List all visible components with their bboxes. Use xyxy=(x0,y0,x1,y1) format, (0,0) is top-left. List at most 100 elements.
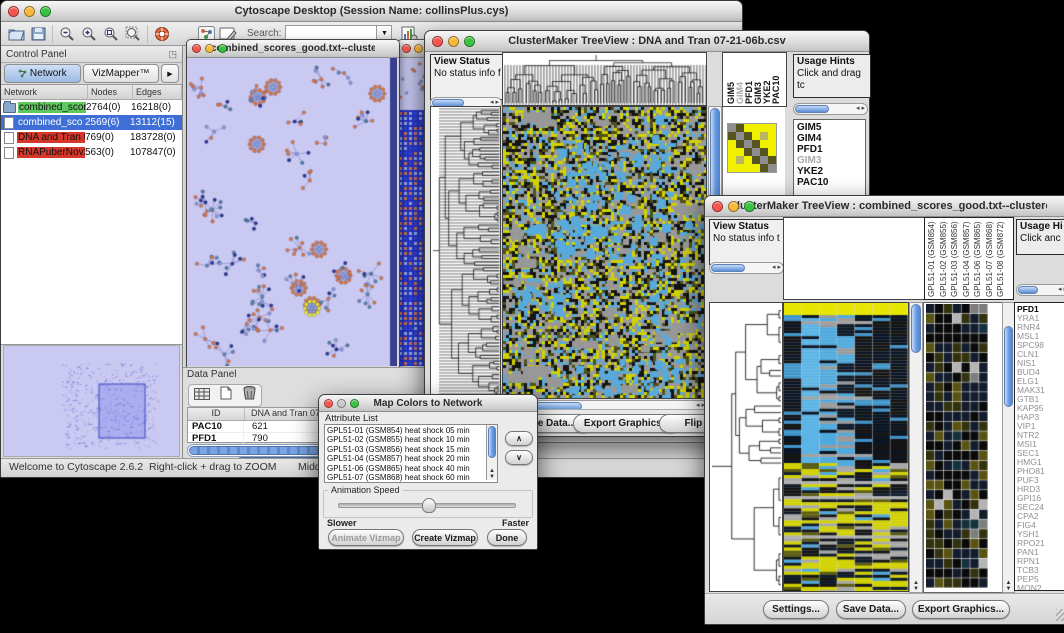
gene-label[interactable]: SPC98 xyxy=(1017,341,1064,350)
gene-label[interactable]: GTB1 xyxy=(1017,395,1064,404)
gene-label[interactable]: RNR4 xyxy=(1017,323,1064,332)
close-button[interactable] xyxy=(192,44,201,53)
tv2-heatmap-canvas[interactable] xyxy=(783,302,909,592)
dialog-titlebar[interactable]: Map Colors to Network xyxy=(319,395,537,412)
attribute-list-item[interactable]: GPL51-07 (GSM868) heat shock 60 min xyxy=(327,473,497,482)
gene-label[interactable]: MSI1 xyxy=(1017,440,1064,449)
tv1-titlebar[interactable]: ClusterMaker TreeView : DNA and Tran 07-… xyxy=(425,31,869,52)
close-button[interactable] xyxy=(712,201,723,212)
gene-label[interactable]: YSH1 xyxy=(1017,530,1064,539)
move-down-button[interactable]: ∨ xyxy=(505,450,533,465)
attribute-list-item[interactable]: GPL51-06 (GSM865) heat shock 40 min xyxy=(327,464,497,473)
attribute-table-icon[interactable] xyxy=(194,387,210,405)
move-up-button[interactable]: ∧ xyxy=(505,431,533,446)
minimize-button[interactable] xyxy=(205,44,214,53)
zoom-button[interactable] xyxy=(218,44,227,53)
gene-label[interactable]: HRD3 xyxy=(1017,485,1064,494)
network-table-row[interactable]: RNAPuberNov2+|563(0)107847(0) xyxy=(1,145,182,160)
save-icon[interactable] xyxy=(27,24,49,44)
attribute-list-item[interactable]: GPL51-03 (GSM856) heat shock 15 min xyxy=(327,445,497,454)
gene-label[interactable]: TCB3 xyxy=(1017,566,1064,575)
zoom-selected-icon[interactable] xyxy=(100,24,122,44)
tab-overflow-arrow[interactable]: ▶ xyxy=(161,64,179,83)
tv2-row-dendrogram-canvas[interactable] xyxy=(709,302,783,592)
gene-label[interactable]: GIM5 xyxy=(797,122,865,133)
gene-label[interactable]: GPI16 xyxy=(1017,494,1064,503)
zoom-button[interactable] xyxy=(40,6,51,17)
tv1-heatmap-canvas[interactable] xyxy=(502,106,707,399)
minimize-button[interactable] xyxy=(448,36,459,47)
gene-label[interactable]: NTR2 xyxy=(1017,431,1064,440)
gene-label[interactable]: MAK31 xyxy=(1017,386,1064,395)
zoom-fit-icon[interactable] xyxy=(122,24,144,44)
gene-label[interactable]: PAN1 xyxy=(1017,548,1064,557)
zoom-button[interactable] xyxy=(464,36,475,47)
delete-attribute-icon[interactable] xyxy=(243,386,256,405)
gene-label[interactable]: PFD1 xyxy=(797,144,865,155)
close-button[interactable] xyxy=(8,6,19,17)
gene-label[interactable]: PAC10 xyxy=(797,177,865,188)
done-button[interactable]: Done xyxy=(487,529,527,546)
gene-label[interactable]: GIM3 xyxy=(797,155,865,166)
gene-label[interactable]: GIM4 xyxy=(797,133,865,144)
attribute-list-item[interactable]: GPL51-01 (GSM854) heat shock 05 min xyxy=(327,426,497,435)
attribute-listbox[interactable]: GPL51-01 (GSM854) heat shock 05 minGPL51… xyxy=(324,424,498,483)
gene-label[interactable]: NIS1 xyxy=(1017,359,1064,368)
gene-label[interactable]: BUD4 xyxy=(1017,368,1064,377)
open-file-icon[interactable] xyxy=(5,24,27,44)
settings-button[interactable]: Settings... xyxy=(763,600,829,619)
gene-label[interactable]: PFD1 xyxy=(1017,305,1064,314)
float-panel-icon[interactable]: ◳ xyxy=(168,49,177,60)
minimize-button[interactable] xyxy=(414,44,423,53)
tv2-usage-hints-scrollbar[interactable]: ◂ ▸ xyxy=(1016,284,1064,296)
gene-label[interactable]: CLN1 xyxy=(1017,350,1064,359)
gene-label[interactable]: SEC24 xyxy=(1017,503,1064,512)
gene-label[interactable]: SEC1 xyxy=(1017,449,1064,458)
animation-speed-slider[interactable] xyxy=(338,503,516,508)
gene-label[interactable]: ELG1 xyxy=(1017,377,1064,386)
minimize-button[interactable] xyxy=(24,6,35,17)
close-button[interactable] xyxy=(324,399,333,408)
gene-label[interactable]: MON2 xyxy=(1017,584,1064,591)
gene-label[interactable]: RPO21 xyxy=(1017,539,1064,548)
attribute-list-item[interactable]: GPL51-02 (GSM855) heat shock 10 min xyxy=(327,435,497,444)
gene-label[interactable]: KAP95 xyxy=(1017,404,1064,413)
tab-network[interactable]: Network xyxy=(4,64,81,83)
save-data-button[interactable]: Save Data... xyxy=(836,600,906,619)
help-lifering-icon[interactable] xyxy=(151,24,173,44)
gene-label[interactable]: VIP1 xyxy=(1017,422,1064,431)
attribute-list-scrollbar[interactable]: ▲▼ xyxy=(486,425,497,480)
gene-label[interactable]: PUF3 xyxy=(1017,476,1064,485)
export-graphics-button[interactable]: Export Graphics... xyxy=(912,600,1010,619)
tv2-zoom-heatmap-canvas[interactable] xyxy=(926,304,988,588)
tv1-usage-hints-scrollbar[interactable]: ◂ ▸ xyxy=(793,103,868,115)
main-titlebar[interactable]: Cytoscape Desktop (Session Name: collins… xyxy=(1,1,742,22)
gene-label[interactable]: YKE2 xyxy=(797,166,865,177)
gene-label[interactable]: PEP5 xyxy=(1017,575,1064,584)
resize-grip[interactable] xyxy=(1056,609,1064,621)
tv2-view-status-scrollbar[interactable]: ◂ ▸ xyxy=(709,262,784,274)
tab-vizmapper[interactable]: VizMapper™ xyxy=(83,64,160,83)
network-table-row[interactable]: combined_sco2569(6)13112(15) xyxy=(1,115,182,130)
zoom-out-icon[interactable] xyxy=(56,24,78,44)
tv2-gene-list[interactable]: PFD1YRA1RNR4MSL1SPC98CLN1NIS1BUD4ELG1MAK… xyxy=(1014,302,1064,591)
network-table-row[interactable]: combined_scores2764(0)16218(0) xyxy=(1,100,182,115)
tv1-correlation-matrix[interactable] xyxy=(727,123,777,173)
zoom-in-icon[interactable] xyxy=(78,24,100,44)
tv1-row-dendrogram-canvas[interactable] xyxy=(430,106,501,399)
slider-thumb[interactable] xyxy=(422,498,436,513)
gene-label[interactable]: HAP3 xyxy=(1017,413,1064,422)
close-button[interactable] xyxy=(402,44,411,53)
minimize-button[interactable] xyxy=(728,201,739,212)
gene-label[interactable]: PHO81 xyxy=(1017,467,1064,476)
gene-label[interactable]: HMG1 xyxy=(1017,458,1064,467)
zoom-button[interactable] xyxy=(744,201,755,212)
tv2-titlebar[interactable]: ClusterMaker TreeView : combined_scores_… xyxy=(705,196,1064,217)
network-canvas[interactable] xyxy=(187,58,397,366)
attribute-list-item[interactable]: GPL51-04 (GSM857) heat shock 20 min xyxy=(327,454,497,463)
gene-label[interactable]: FIG4 xyxy=(1017,521,1064,530)
gene-label[interactable]: YRA1 xyxy=(1017,314,1064,323)
create-vizmap-button[interactable]: Create Vizmap xyxy=(412,529,478,546)
tv2-heatmap-vscrollbar[interactable]: ▲▼ xyxy=(909,302,923,593)
gene-label[interactable]: MSL1 xyxy=(1017,332,1064,341)
